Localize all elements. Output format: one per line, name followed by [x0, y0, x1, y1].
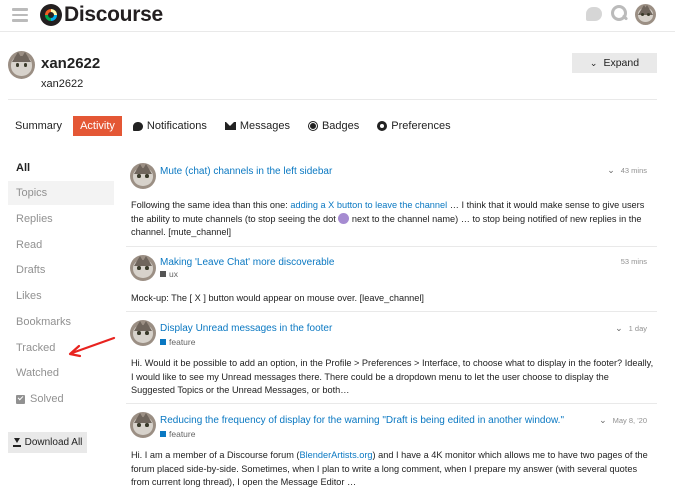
- post-excerpt: Hi. I am a member of a Discourse forum (…: [131, 449, 655, 490]
- post-time: 53 mins: [621, 257, 647, 266]
- sidebar-item-label: Likes: [16, 290, 42, 302]
- post-avatar[interactable]: [130, 320, 156, 346]
- post-title-link[interactable]: Making 'Leave Chat' more discoverable: [160, 257, 334, 268]
- sidebar-item-read[interactable]: Read: [8, 233, 114, 257]
- hamburger-menu-icon[interactable]: [12, 8, 28, 22]
- annotation-arrow-icon: [68, 336, 116, 358]
- category-badge-icon: [160, 271, 166, 277]
- excerpt-text: Hi. I am a member of a Discourse forum (: [131, 450, 300, 460]
- sidebar-item-label: Tracked: [16, 342, 56, 354]
- sidebar-item-label: Topics: [16, 187, 48, 199]
- tab-label: Badges: [321, 120, 360, 132]
- post-time: ⌄ 43 mins: [607, 165, 647, 176]
- tab-preferences[interactable]: Preferences: [370, 116, 457, 136]
- download-icon: [12, 438, 21, 447]
- site-header: Discourse: [0, 0, 675, 32]
- post-time: ⌄ May 8, '20: [599, 415, 647, 426]
- post-avatar[interactable]: [130, 163, 156, 189]
- activity-item: Reducing the frequency of display for th…: [126, 412, 657, 500]
- post-category[interactable]: feature: [160, 337, 195, 347]
- tab-label: Activity: [80, 120, 115, 132]
- post-time-label: 53 mins: [620, 257, 647, 266]
- expand-button[interactable]: ⌄ Expand: [572, 53, 657, 73]
- divider: [8, 99, 657, 100]
- search-icon[interactable]: [611, 5, 628, 22]
- profile-nav-tabs: Summary Activity Notifications Messages …: [8, 116, 462, 136]
- profile-avatar: [8, 51, 35, 79]
- tab-messages[interactable]: Messages: [218, 116, 297, 136]
- excerpt-link[interactable]: adding a X button to leave the channel: [290, 200, 447, 210]
- sidebar-item-label: Bookmarks: [16, 316, 72, 328]
- checkbox-icon: [16, 394, 25, 404]
- tab-label: Messages: [239, 120, 290, 132]
- sidebar-item-label: Read: [16, 239, 43, 251]
- logo-text: Discourse: [64, 3, 163, 26]
- expand-label: Expand: [603, 57, 640, 69]
- tab-label: Preferences: [391, 120, 451, 132]
- discourse-logo-icon: [40, 4, 62, 26]
- gear-icon: [377, 121, 388, 131]
- sidebar-item-label: All: [16, 162, 31, 174]
- chevron-down-icon: ⌄: [589, 57, 598, 68]
- post-time-label: 43 mins: [620, 166, 647, 175]
- sidebar-item-bookmarks[interactable]: Bookmarks: [8, 310, 114, 334]
- activity-item: Display Unread messages in the footer fe…: [126, 320, 657, 404]
- comment-bubble-icon: [132, 121, 143, 131]
- chevron-down-icon[interactable]: ⌄: [615, 323, 623, 334]
- category-label: feature: [169, 337, 196, 347]
- sidebar-item-drafts[interactable]: Drafts: [8, 258, 114, 282]
- post-title-link[interactable]: Reducing the frequency of display for th…: [160, 415, 564, 426]
- sidebar-item-replies[interactable]: Replies: [8, 207, 114, 231]
- sidebar-item-watched[interactable]: Watched: [8, 361, 114, 385]
- post-title-link[interactable]: Mute (chat) channels in the left sidebar: [160, 166, 332, 177]
- post-avatar[interactable]: [130, 412, 156, 438]
- post-title-link[interactable]: Display Unread messages in the footer: [160, 323, 332, 334]
- tab-label: Summary: [15, 120, 63, 132]
- tab-badges[interactable]: Badges: [301, 116, 366, 136]
- chevron-down-icon[interactable]: ⌄: [599, 415, 607, 426]
- sidebar-item-all[interactable]: All: [8, 156, 114, 180]
- chat-icon[interactable]: [586, 7, 602, 21]
- download-all-button[interactable]: Download All: [8, 432, 87, 453]
- activity-item: Mute (chat) channels in the left sidebar…: [126, 163, 657, 247]
- category-label: feature: [169, 429, 196, 439]
- post-time-label: 1 day: [628, 324, 647, 333]
- category-badge-icon: [160, 339, 166, 345]
- tab-notifications[interactable]: Notifications: [126, 116, 214, 136]
- sidebar-item-label: Watched: [16, 367, 60, 379]
- post-category[interactable]: ux: [160, 269, 178, 279]
- post-time-label: May 8, '20: [612, 416, 647, 425]
- sidebar-item-topics[interactable]: Topics: [8, 181, 114, 205]
- tab-label: Notifications: [146, 120, 207, 132]
- badge-icon: [307, 121, 318, 131]
- tab-summary[interactable]: Summary: [8, 116, 69, 136]
- category-label: ux: [169, 269, 178, 279]
- profile-username: xan2622: [41, 78, 84, 90]
- post-excerpt: Following the same idea than this one: a…: [131, 199, 655, 240]
- sidebar-item-label: Replies: [16, 213, 53, 225]
- post-category[interactable]: feature: [160, 429, 195, 439]
- sidebar-item-label: Drafts: [16, 264, 46, 276]
- post-excerpt: Mock-up: The [ X ] button would appear o…: [131, 293, 424, 303]
- sidebar-item-likes[interactable]: Likes: [8, 284, 114, 308]
- tab-activity[interactable]: Activity: [73, 116, 122, 136]
- post-avatar[interactable]: [130, 255, 156, 281]
- chevron-down-icon[interactable]: ⌄: [607, 165, 615, 176]
- excerpt-text: Following the same idea than this one:: [131, 200, 291, 210]
- sidebar-item-solved[interactable]: Solved: [8, 387, 114, 411]
- profile-name: xan2622: [41, 55, 101, 72]
- post-time: ⌄ 1 day: [615, 323, 647, 334]
- excerpt-link[interactable]: BlenderArtists.org: [299, 450, 372, 460]
- unread-dot-icon: [338, 212, 350, 224]
- category-badge-icon: [160, 431, 166, 437]
- current-user-avatar[interactable]: [635, 4, 656, 25]
- post-excerpt: Hi. Would it be possible to add an optio…: [131, 358, 654, 396]
- envelope-icon: [224, 122, 236, 130]
- activity-item: Making 'Leave Chat' more discoverable ux…: [126, 255, 657, 312]
- download-label: Download All: [24, 437, 83, 448]
- sidebar-item-label: Solved: [30, 393, 64, 405]
- site-logo[interactable]: Discourse: [40, 3, 163, 27]
